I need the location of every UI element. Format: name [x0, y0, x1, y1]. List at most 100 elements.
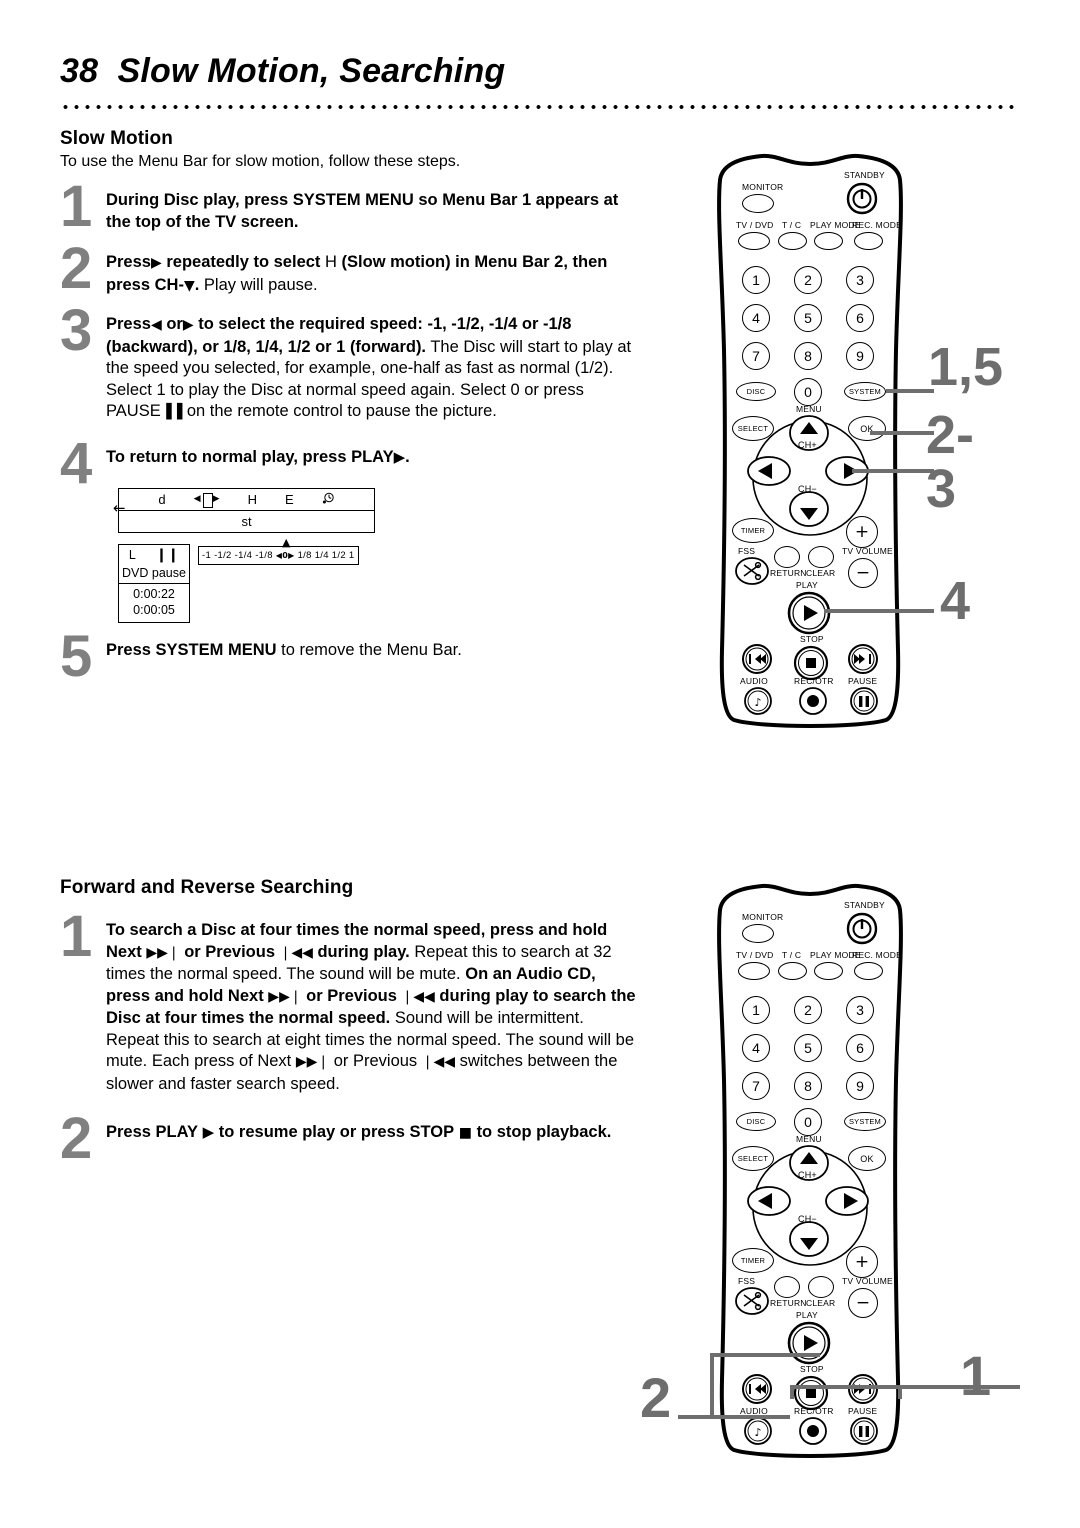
rec-otr-label: REC/OTR — [794, 676, 834, 686]
ch-down-button[interactable] — [788, 1220, 830, 1258]
step-2-bold-1: Press — [106, 253, 151, 271]
numkey-4[interactable]: 4 — [742, 304, 770, 332]
tv-dvd-label: TV / DVD — [736, 220, 774, 230]
right-arrow-button[interactable] — [824, 1182, 870, 1220]
fss-scissors-button[interactable] — [734, 556, 770, 586]
tc-button[interactable] — [778, 232, 807, 250]
osd-menu-row-1: d ◀ ▶ H E — [119, 489, 374, 511]
system-menu-button[interactable]: SYSTEM — [844, 382, 886, 401]
ch-down-button[interactable] — [788, 490, 830, 528]
tv-dvd-button[interactable] — [738, 232, 770, 250]
callout-line-2-3-bottom — [852, 469, 934, 473]
numkey-9[interactable]: 9 — [846, 342, 874, 370]
fss-scissors-button[interactable] — [734, 1286, 770, 1316]
tv-volume-down-button[interactable]: − — [848, 558, 878, 588]
tv-volume-up-button[interactable]: + — [846, 516, 878, 548]
left-arrow-button[interactable] — [746, 452, 792, 490]
play-button[interactable] — [786, 590, 832, 636]
return-label: RETURN — [770, 568, 807, 578]
play-icon: ▶ — [393, 448, 406, 466]
audio-label: AUDIO — [740, 676, 768, 686]
frame-box-icon — [202, 493, 213, 508]
speed-value: 1/4 — [314, 550, 329, 561]
pause-label: PAUSE — [848, 1406, 878, 1416]
timer-button[interactable]: TIMER — [732, 518, 774, 543]
left-arrow-button[interactable] — [746, 1182, 792, 1220]
timer-button[interactable]: TIMER — [732, 1248, 774, 1273]
osd-menu-bar-illustration: ← d ◀ ▶ H E st L ❙❙ DVD pause 0:00:22 0:… — [113, 488, 375, 623]
callout-line-2-3-top — [870, 431, 934, 435]
clear-button[interactable] — [808, 1276, 834, 1298]
page-title: 38 Slow Motion, Searching — [60, 52, 1020, 91]
numkey-7[interactable]: 7 — [742, 342, 770, 370]
select-button[interactable]: SELECT — [732, 1146, 774, 1171]
monitor-button[interactable] — [742, 924, 774, 943]
standby-button[interactable] — [846, 182, 878, 216]
audio-button[interactable]: ♪ — [742, 686, 774, 716]
system-menu-button[interactable]: SYSTEM — [844, 1112, 886, 1131]
return-label: RETURN — [770, 1298, 807, 1308]
numkey-6[interactable]: 6 — [846, 304, 874, 332]
play-mode-button[interactable] — [814, 232, 843, 250]
previous-button[interactable] — [740, 1372, 774, 1406]
play-mode-button[interactable] — [814, 962, 843, 980]
ok-button[interactable]: OK — [848, 1146, 886, 1171]
osd-menu-row-2: st — [119, 511, 374, 532]
next-button[interactable] — [846, 1372, 880, 1406]
f1-bold-3: during play. — [317, 942, 410, 961]
numkey-7[interactable]: 7 — [742, 1072, 770, 1100]
tv-volume-up-button[interactable]: + — [846, 1246, 878, 1278]
rec-mode-button[interactable] — [854, 232, 883, 250]
tv-dvd-button[interactable] — [738, 962, 770, 980]
numkey-0[interactable]: 0 — [794, 1108, 822, 1136]
down-arrow-icon: ▼ — [183, 277, 195, 294]
select-button[interactable]: SELECT — [732, 416, 774, 441]
callout-tick-1-right — [898, 1385, 902, 1399]
numkey-6[interactable]: 6 — [846, 1034, 874, 1062]
f1-bold-5: or Previous — [306, 986, 397, 1005]
rec-otr-button[interactable] — [798, 1416, 828, 1446]
numkey-2[interactable]: 2 — [794, 996, 822, 1024]
numkey-1[interactable]: 1 — [742, 996, 770, 1024]
speed-value: -1 — [202, 550, 212, 561]
tc-button[interactable] — [778, 962, 807, 980]
audio-button[interactable]: ♪ — [742, 1416, 774, 1446]
numkey-5[interactable]: 5 — [794, 304, 822, 332]
ok-button[interactable]: OK — [848, 416, 886, 441]
callout-4: 4 — [940, 571, 971, 631]
numkey-8[interactable]: 8 — [794, 1072, 822, 1100]
rec-mode-button[interactable] — [854, 962, 883, 980]
standby-button[interactable] — [846, 912, 878, 946]
osd-lower-group: L ❙❙ DVD pause 0:00:22 0:00:05 ▲ -1 -1/2… — [118, 537, 375, 623]
numkey-4[interactable]: 4 — [742, 1034, 770, 1062]
clear-label: CLEAR — [806, 1298, 836, 1308]
return-button[interactable] — [774, 1276, 800, 1298]
numkey-3[interactable]: 3 — [846, 996, 874, 1024]
numkey-1[interactable]: 1 — [742, 266, 770, 294]
step-3-bold-2: or — [166, 315, 183, 333]
next-button[interactable] — [846, 642, 880, 676]
numkey-5[interactable]: 5 — [794, 1034, 822, 1062]
previous-icon: ❘◀◀ — [421, 1054, 456, 1070]
callout-line-1-5 — [886, 389, 934, 393]
disc-button[interactable]: DISC — [736, 1112, 776, 1131]
numkey-9[interactable]: 9 — [846, 1072, 874, 1100]
numkey-2[interactable]: 2 — [794, 266, 822, 294]
return-button[interactable] — [774, 546, 800, 568]
left-triangle-icon: ◀ — [193, 494, 201, 504]
rec-otr-button[interactable] — [798, 686, 828, 716]
clear-button[interactable] — [808, 546, 834, 568]
disc-button[interactable]: DISC — [736, 382, 776, 401]
pause-button[interactable] — [848, 1416, 880, 1446]
numkey-0[interactable]: 0 — [794, 378, 822, 406]
monitor-button[interactable] — [742, 194, 774, 213]
pause-button[interactable] — [848, 686, 880, 716]
play-button[interactable] — [786, 1320, 832, 1366]
speed-value: 1/8 — [297, 550, 312, 561]
numkey-8[interactable]: 8 — [794, 342, 822, 370]
tv-volume-down-button[interactable]: − — [848, 1288, 878, 1318]
previous-button[interactable] — [740, 642, 774, 676]
callout-1: 1 — [960, 1344, 992, 1407]
ch-plus-label: CH+ — [798, 440, 817, 450]
numkey-3[interactable]: 3 — [846, 266, 874, 294]
